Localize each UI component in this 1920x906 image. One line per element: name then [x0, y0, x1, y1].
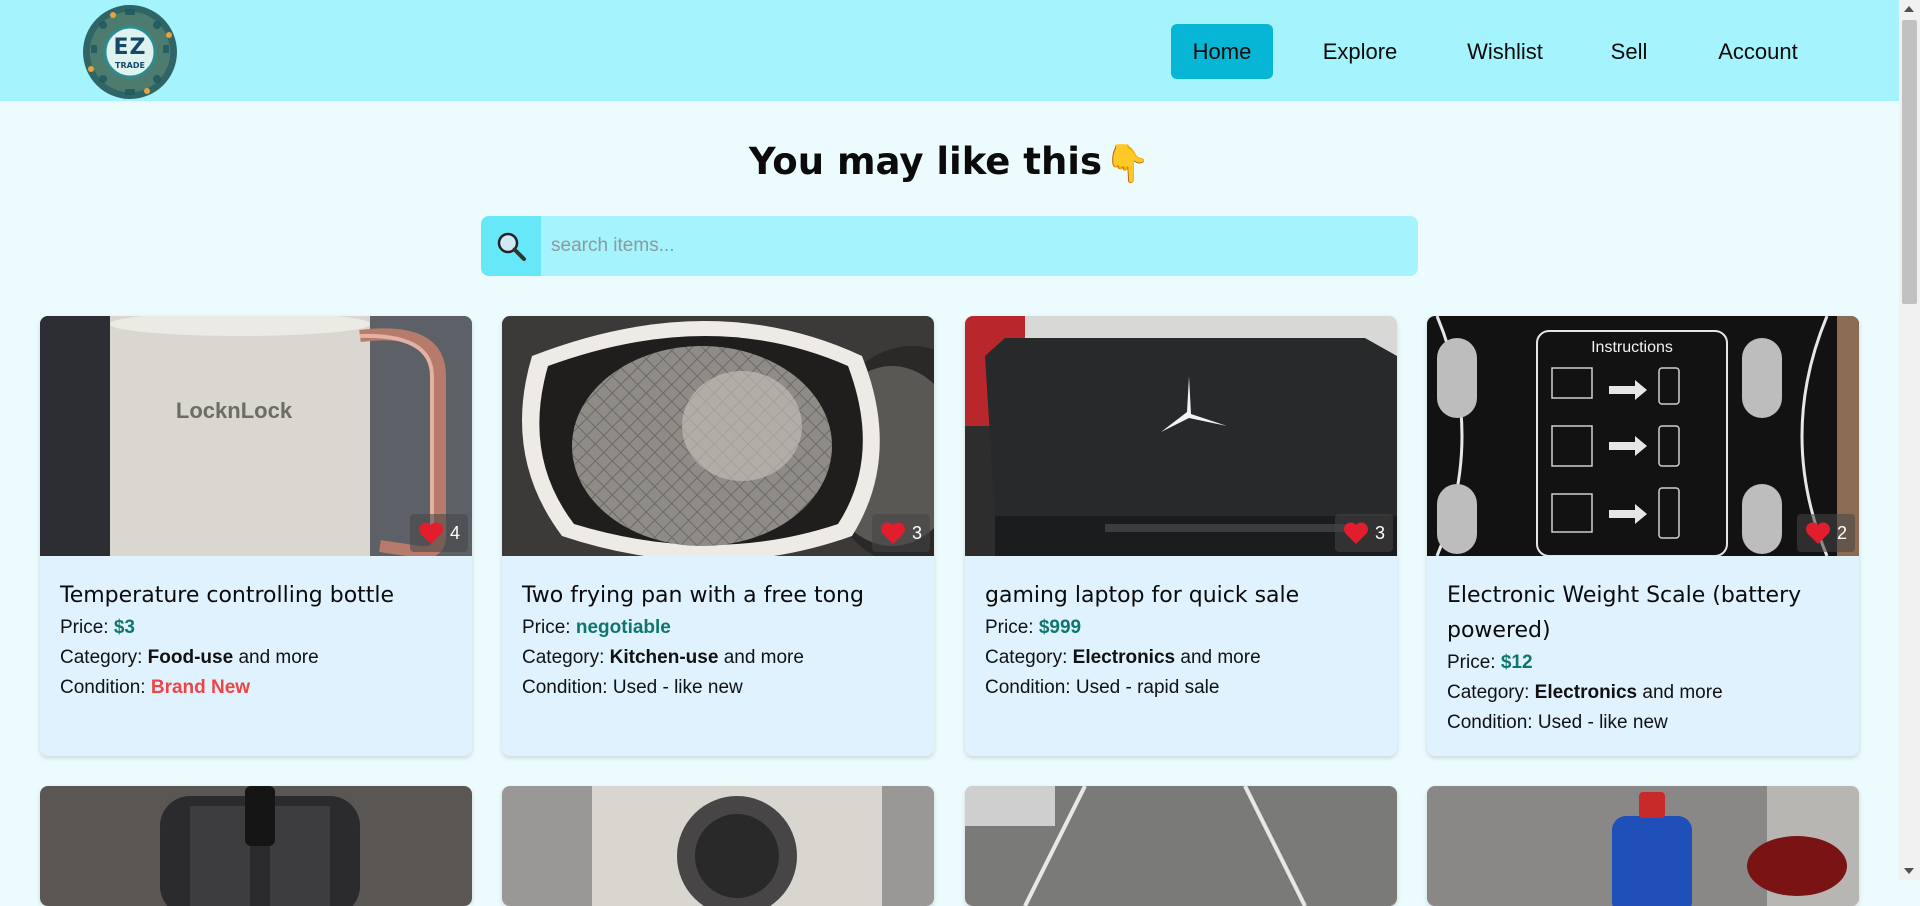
scroll-up-arrow-icon[interactable]: [1904, 6, 1914, 12]
category-label: Category:: [522, 647, 605, 668]
page-heading-text: You may like this: [748, 140, 1103, 183]
price-value: $999: [1038, 617, 1082, 638]
listing-image[interactable]: LocknLock 4: [40, 316, 472, 556]
listing-card[interactable]: [965, 786, 1397, 906]
price-value: $12: [1500, 652, 1533, 673]
listing-image[interactable]: [965, 786, 1397, 906]
listing-category: Category: Food-use and more: [60, 643, 456, 673]
listing-title[interactable]: gaming laptop for quick sale: [985, 578, 1381, 613]
nav-home[interactable]: Home: [1171, 24, 1273, 79]
listing-card[interactable]: 3 Two frying pan with a free tong Price:…: [502, 316, 934, 756]
search-button[interactable]: [481, 216, 541, 276]
listing-price: Price: negotiable: [522, 613, 918, 643]
listing-card[interactable]: LocknLock 4 Temperature controlling bott…: [40, 316, 472, 756]
like-count: 3: [911, 522, 922, 543]
like-counter[interactable]: 3: [1334, 514, 1393, 552]
pointing-down-icon: 👇: [1104, 141, 1151, 185]
heart-icon: [418, 521, 444, 545]
listing-details: Temperature controlling bottle Price: $3…: [60, 578, 456, 703]
navbar: EZ TRADE Home Explore Wishlist Sell Acco…: [0, 0, 1899, 101]
listing-category: Category: Kitchen-use and more: [522, 643, 918, 673]
logo-text: EZ: [113, 35, 147, 60]
like-count: 3: [1374, 522, 1385, 543]
ez-trade-logo[interactable]: EZ TRADE: [83, 5, 177, 99]
listing-image[interactable]: [40, 786, 472, 906]
page-heading: You may like this👇: [0, 140, 1899, 186]
listing-category: Category: Electronics and more: [1447, 678, 1843, 708]
price-label: Price:: [60, 617, 109, 638]
heart-icon: [1805, 521, 1831, 545]
listing-price: Price: $3: [60, 613, 456, 643]
listing-image[interactable]: 3: [502, 316, 934, 556]
listing-details: gaming laptop for quick sale Price: $999…: [985, 578, 1381, 703]
listing-price: Price: $999: [985, 613, 1381, 643]
condition-value: Used - like new: [1537, 712, 1668, 733]
category-value: Electronics: [1072, 647, 1176, 668]
category-label: Category:: [1447, 682, 1530, 703]
scale-instructions-text: Instructions: [1591, 339, 1673, 356]
svg-text:LocknLock: LocknLock: [176, 398, 293, 423]
nav-wishlist[interactable]: Wishlist: [1448, 24, 1562, 79]
category-label: Category:: [60, 647, 143, 668]
category-value: Electronics: [1534, 682, 1638, 703]
category-suffix: and more: [238, 647, 319, 668]
condition-label: Condition:: [1447, 712, 1533, 733]
heart-icon: [880, 521, 906, 545]
search-input[interactable]: [541, 216, 1418, 276]
category-suffix: and more: [723, 647, 804, 668]
search-bar: [481, 216, 1418, 276]
listing-card[interactable]: 3 gaming laptop for quick sale Price: $9…: [965, 316, 1397, 756]
category-suffix: and more: [1180, 647, 1261, 668]
category-suffix: and more: [1642, 682, 1723, 703]
like-count: 2: [1836, 522, 1847, 543]
listing-title[interactable]: Two frying pan with a free tong: [522, 578, 918, 613]
heart-icon: [1343, 521, 1369, 545]
like-counter[interactable]: 3: [871, 514, 930, 552]
category-label: Category:: [985, 647, 1068, 668]
like-counter[interactable]: 2: [1796, 514, 1855, 552]
listing-card[interactable]: [40, 786, 472, 906]
condition-value: Used - rapid sale: [1075, 677, 1220, 698]
price-value: negotiable: [575, 617, 671, 638]
nav-explore[interactable]: Explore: [1305, 24, 1415, 79]
nav-account[interactable]: Account: [1702, 24, 1814, 79]
like-count: 4: [449, 522, 460, 543]
listing-image[interactable]: [1427, 786, 1859, 906]
listing-card[interactable]: [1427, 786, 1859, 906]
condition-label: Condition:: [985, 677, 1071, 698]
listing-condition: Condition: Used - rapid sale: [985, 673, 1381, 703]
price-label: Price:: [1447, 652, 1496, 673]
nav-sell[interactable]: Sell: [1596, 24, 1662, 79]
listing-image[interactable]: 3: [965, 316, 1397, 556]
category-value: Kitchen-use: [609, 647, 719, 668]
condition-label: Condition:: [60, 677, 146, 698]
listing-condition: Condition: Used - like new: [522, 673, 918, 703]
condition-value: Brand New: [150, 677, 251, 698]
listing-title[interactable]: Electronic Weight Scale (battery powered…: [1447, 578, 1843, 648]
price-value: $3: [113, 617, 135, 638]
listing-price: Price: $12: [1447, 648, 1843, 678]
logo-subtext: TRADE: [115, 61, 145, 70]
condition-label: Condition:: [522, 677, 608, 698]
search-icon: [497, 232, 526, 261]
listing-title[interactable]: Temperature controlling bottle: [60, 578, 456, 613]
page-scrollbar[interactable]: [1899, 0, 1920, 880]
scroll-down-arrow-icon[interactable]: [1904, 868, 1914, 874]
listing-card[interactable]: Instructions 2 Electronic Weight Scale (…: [1427, 316, 1859, 756]
listing-card[interactable]: [502, 786, 934, 906]
price-label: Price:: [522, 617, 571, 638]
listing-details: Two frying pan with a free tong Price: n…: [522, 578, 918, 703]
category-value: Food-use: [147, 647, 234, 668]
listing-condition: Condition: Brand New: [60, 673, 456, 703]
listing-image[interactable]: [502, 786, 934, 906]
listing-image[interactable]: Instructions 2: [1427, 316, 1859, 556]
listing-category: Category: Electronics and more: [985, 643, 1381, 673]
condition-value: Used - like new: [612, 677, 743, 698]
listing-details: Electronic Weight Scale (battery powered…: [1447, 578, 1843, 738]
price-label: Price:: [985, 617, 1034, 638]
listing-condition: Condition: Used - like new: [1447, 708, 1843, 738]
scroll-thumb[interactable]: [1902, 20, 1917, 304]
like-counter[interactable]: 4: [409, 514, 468, 552]
